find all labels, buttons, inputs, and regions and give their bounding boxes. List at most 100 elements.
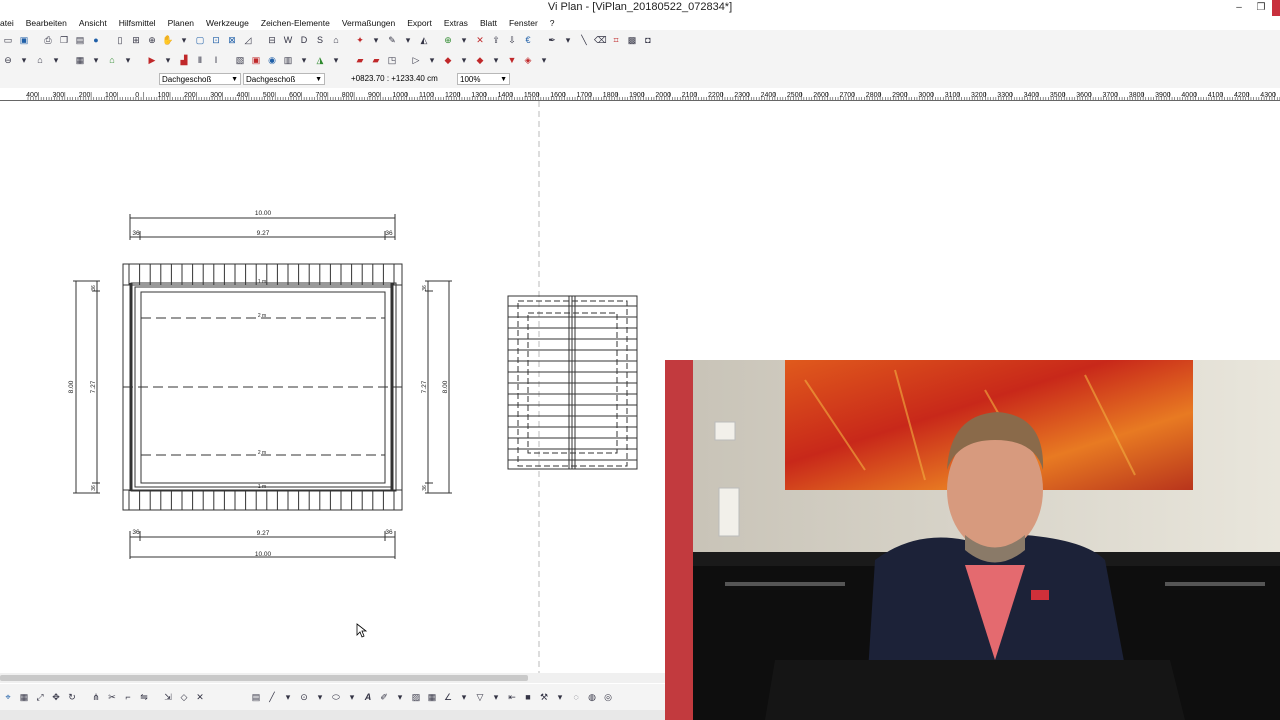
scrollbar-thumb[interactable]	[0, 675, 528, 681]
dropdown-b-icon[interactable]: ▾	[50, 54, 62, 66]
house-icon[interactable]: ⌂	[106, 54, 118, 66]
dimension-icon[interactable]: ⇤	[506, 691, 518, 703]
menu-export[interactable]: Export	[401, 16, 438, 30]
menu-planen[interactable]: Planen	[162, 16, 200, 30]
back-icon[interactable]: ⊖	[2, 54, 14, 66]
dropdown-icon[interactable]: ▾	[178, 34, 190, 46]
dropdown-j-icon[interactable]: ▾	[490, 54, 502, 66]
mirror-icon[interactable]: ⇋	[138, 691, 150, 703]
dropdown-i-icon[interactable]: ▾	[458, 54, 470, 66]
array-icon[interactable]: ◇	[178, 691, 190, 703]
block-icon[interactable]: ▦	[18, 691, 30, 703]
dropdown-h-icon[interactable]: ▾	[426, 54, 438, 66]
info-icon[interactable]: ●	[90, 34, 102, 46]
tool-dropdown-icon[interactable]: ▾	[370, 34, 382, 46]
marker2-icon[interactable]: ◈	[522, 54, 534, 66]
dropdown-q-icon[interactable]: ▾	[490, 691, 502, 703]
terrain-icon[interactable]: ◮	[314, 54, 326, 66]
door-icon[interactable]: D	[298, 34, 310, 46]
menu-hilfsmittel[interactable]: Hilfsmittel	[113, 16, 162, 30]
clipboard-icon[interactable]: ▤	[250, 691, 262, 703]
angle-icon[interactable]: ∠	[442, 691, 454, 703]
bucket-tool-icon[interactable]: ◌	[570, 691, 582, 703]
dropdown-d-icon[interactable]: ▾	[122, 54, 134, 66]
bucket-icon[interactable]: ◭	[418, 34, 430, 46]
layer-icon[interactable]: ⊟	[266, 34, 278, 46]
pan-hand-icon[interactable]: ✋	[162, 34, 174, 46]
menu-extras[interactable]: Extras	[438, 16, 474, 30]
select-icon[interactable]: ▢	[194, 34, 206, 46]
roof-icon[interactable]: ⌂	[330, 34, 342, 46]
page-icon[interactable]: ▯	[114, 34, 126, 46]
menu-bearbeiten[interactable]: Bearbeiten	[20, 16, 73, 30]
home-icon[interactable]: ⌂	[34, 54, 46, 66]
text-tool-icon[interactable]: A	[362, 691, 374, 703]
menu-vermassungen[interactable]: Vermaßungen	[336, 16, 401, 30]
dropdown-p-icon[interactable]: ▾	[458, 691, 470, 703]
open-icon[interactable]: ▭	[2, 34, 14, 46]
copy-icon[interactable]: ❐	[58, 34, 70, 46]
dropdown-c-icon[interactable]: ▾	[90, 54, 102, 66]
zoom-icon[interactable]: ⊕	[146, 34, 158, 46]
paste-icon[interactable]: ▤	[74, 34, 86, 46]
restore-button[interactable]: ❐	[1250, 0, 1272, 16]
zoom-select[interactable]: 100% ▼	[457, 73, 510, 85]
wall-icon[interactable]: W	[282, 34, 294, 46]
grid-tool-icon[interactable]: ▦	[426, 691, 438, 703]
stairs-red-icon[interactable]: ▟	[178, 54, 190, 66]
dormer-icon[interactable]: ◆	[442, 54, 454, 66]
measure-icon[interactable]: ◿	[242, 34, 254, 46]
pen-icon[interactable]: ✒	[546, 34, 558, 46]
menu-datei[interactable]: atei	[0, 16, 20, 30]
dropdown-m-icon[interactable]: ▾	[314, 691, 326, 703]
menu-ansicht[interactable]: Ansicht	[73, 16, 113, 30]
circle-icon[interactable]: ⊙	[298, 691, 310, 703]
stair-icon[interactable]: S	[314, 34, 326, 46]
menu-fenster[interactable]: Fenster	[503, 16, 544, 30]
dropdown-o-icon[interactable]: ▾	[394, 691, 406, 703]
chimney-icon[interactable]: ◆	[474, 54, 486, 66]
horizontal-ruler[interactable]: 400 300 200 100 0 100 200 300 400 500 600 700 800 900…	[0, 88, 1280, 101]
hatch-tool-icon[interactable]: ▨	[410, 691, 422, 703]
texture-icon[interactable]: ◎	[602, 691, 614, 703]
trim-icon[interactable]: ✂	[106, 691, 118, 703]
table-icon[interactable]: ▦	[74, 54, 86, 66]
snap-icon[interactable]: ⊡	[210, 34, 222, 46]
delete-icon[interactable]: ✕	[474, 34, 486, 46]
dropdown-f-icon[interactable]: ▾	[298, 54, 310, 66]
split-icon[interactable]: ⋔	[90, 691, 102, 703]
eraser-icon[interactable]: ⌫	[594, 34, 607, 46]
cursor-tool-icon[interactable]: ⌖	[2, 691, 14, 703]
marker-icon[interactable]: ▼	[506, 54, 518, 66]
roof-red2-icon[interactable]: ▰	[370, 54, 382, 66]
dropdown-n-icon[interactable]: ▾	[346, 691, 358, 703]
print-icon[interactable]: ⎙	[42, 34, 54, 46]
export-icon[interactable]: ⇪	[490, 34, 502, 46]
tool-dropdown3-icon[interactable]: ▾	[458, 34, 470, 46]
close-button[interactable]	[1272, 0, 1280, 16]
rotate-icon[interactable]: ↻	[66, 691, 78, 703]
floor-select-1[interactable]: Dachgeschoß ▼	[159, 73, 241, 85]
brush-icon[interactable]: ✎	[386, 34, 398, 46]
menu-zeichen-elemente[interactable]: Zeichen-Elemente	[255, 16, 336, 30]
grid-icon[interactable]: ⊠	[226, 34, 238, 46]
play-icon[interactable]: ▷	[410, 54, 422, 66]
import-icon[interactable]: ⇩	[506, 34, 518, 46]
dropdown-k-icon[interactable]: ▾	[538, 54, 550, 66]
dropdown-e-icon[interactable]: ▾	[162, 54, 174, 66]
object-icon[interactable]: ◉	[266, 54, 278, 66]
frame-icon[interactable]: ▥	[282, 54, 294, 66]
add-icon[interactable]: ⊕	[442, 34, 454, 46]
save-icon[interactable]: ▣	[18, 34, 30, 46]
menu-blatt[interactable]: Blatt	[474, 16, 503, 30]
camera-icon[interactable]: ◘	[642, 34, 654, 46]
hatch-icon[interactable]: ▧	[234, 54, 246, 66]
cancel-tool-icon[interactable]: ✕	[194, 691, 206, 703]
skylight-icon[interactable]: ◳	[386, 54, 398, 66]
dropdown-r-icon[interactable]: ▾	[554, 691, 566, 703]
offset-icon[interactable]: ⇲	[162, 691, 174, 703]
symbol-icon[interactable]: ✐	[378, 691, 390, 703]
line-tool-icon[interactable]: ╲	[578, 34, 590, 46]
extend-icon[interactable]: ⌐	[122, 691, 134, 703]
window-icon[interactable]: ▣	[250, 54, 262, 66]
